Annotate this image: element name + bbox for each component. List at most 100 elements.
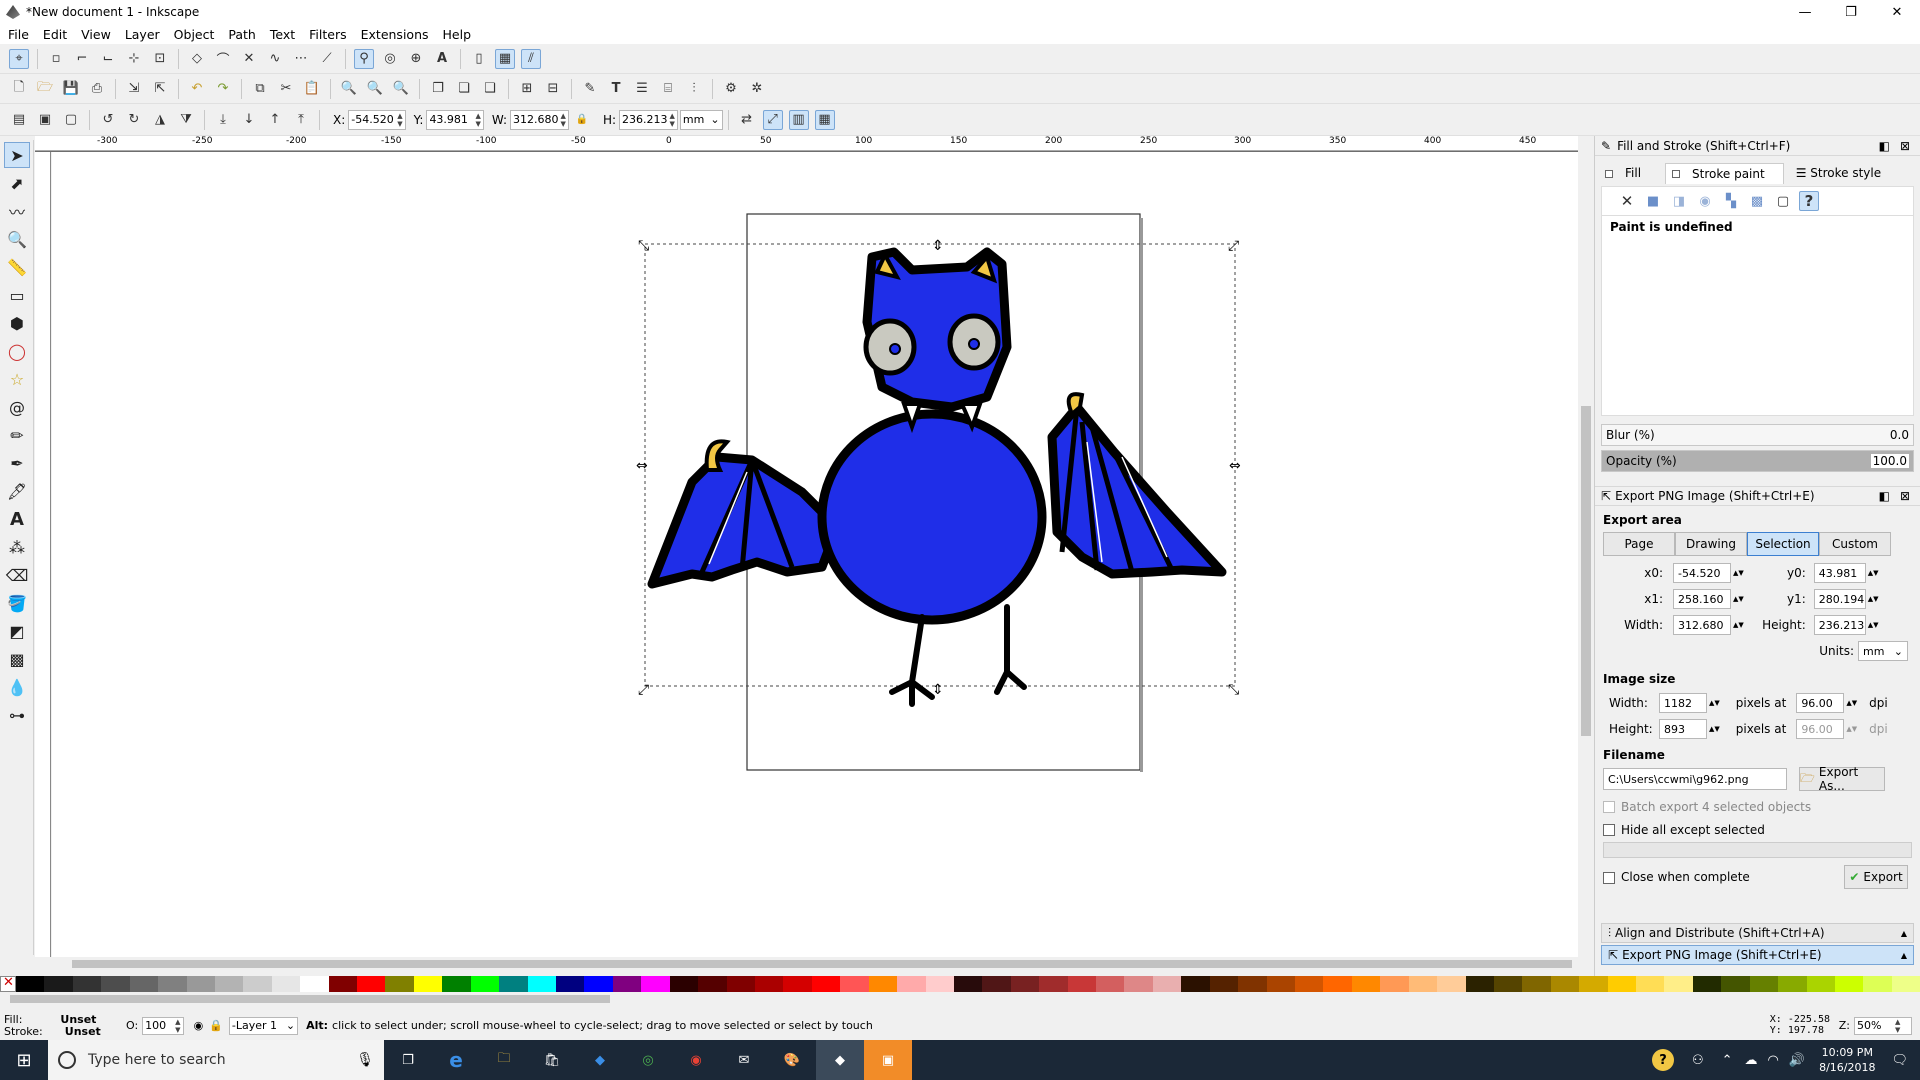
- dock-close-icon[interactable]: ⊠: [1900, 489, 1910, 503]
- dock-close-icon[interactable]: ⊠: [1900, 139, 1910, 153]
- h-input[interactable]: 236.213 ▲ ▼: [619, 109, 678, 130]
- layer-visibility-icon[interactable]: ◉: [194, 1019, 204, 1032]
- menu-object[interactable]: Object: [174, 27, 215, 42]
- zoom-tool-icon[interactable]: 🔍: [4, 226, 30, 252]
- img-height-input[interactable]: 893: [1659, 719, 1707, 739]
- tab-fill[interactable]: Fill: [1605, 166, 1653, 180]
- edge-icon[interactable]: e: [432, 1048, 480, 1072]
- zoom-selection-icon[interactable]: 🔍: [339, 79, 359, 99]
- spray-tool-icon[interactable]: ⁂: [4, 534, 30, 560]
- gradient-tool-icon[interactable]: ◩: [4, 618, 30, 644]
- text-tool-icon[interactable]: A: [4, 506, 30, 532]
- store-icon[interactable]: 🛍: [528, 1053, 576, 1068]
- connector-tool-icon[interactable]: ⊶: [4, 702, 30, 728]
- chrome-icon[interactable]: ◉: [672, 1053, 720, 1068]
- rectangle-tool-icon[interactable]: ▭: [4, 282, 30, 308]
- batch-export-checkbox[interactable]: Batch export 4 selected objects: [1621, 800, 1811, 814]
- dropper-tool-icon[interactable]: 💧: [4, 674, 30, 700]
- mesh-tool-icon[interactable]: ▩: [4, 646, 30, 672]
- pencil-tool-icon[interactable]: ✏: [4, 422, 30, 448]
- align-distribute-icon[interactable]: ⫶: [684, 79, 704, 99]
- export-button[interactable]: ✔ Export: [1844, 865, 1908, 889]
- menu-path[interactable]: Path: [228, 27, 255, 42]
- w-input[interactable]: 312.680 ▲ ▼: [510, 109, 569, 130]
- export-custom-button[interactable]: Custom: [1819, 532, 1891, 556]
- dropbox-icon[interactable]: ◆: [576, 1053, 624, 1068]
- layer-lock-icon[interactable]: 🔒: [209, 1019, 223, 1032]
- export-page-button[interactable]: Page: [1603, 532, 1675, 556]
- snap-others-icon[interactable]: ⚲: [354, 48, 374, 69]
- ungroup-icon[interactable]: ⊟: [543, 79, 563, 99]
- blur-slider[interactable]: Blur (%) 0.0: [1601, 424, 1914, 446]
- rotate-cw-icon[interactable]: ↻: [124, 110, 144, 130]
- x0-input[interactable]: -54.520: [1673, 563, 1731, 583]
- menu-help[interactable]: Help: [443, 27, 472, 42]
- deselect-icon[interactable]: ▢: [61, 110, 81, 130]
- dock-float-icon[interactable]: ◧: [1879, 489, 1890, 503]
- snap-text-baseline-icon[interactable]: A: [432, 49, 452, 69]
- xml-editor-icon[interactable]: ⌸: [658, 79, 678, 99]
- taskbar-search[interactable]: Type here to search 🎙: [48, 1040, 384, 1080]
- preferences-icon[interactable]: ✲: [747, 79, 767, 99]
- maximize-button[interactable]: ❐: [1828, 0, 1874, 24]
- lock-icon[interactable]: 🔒: [572, 110, 592, 130]
- palette-scrollbar[interactable]: [0, 992, 1920, 1006]
- fill-indicator[interactable]: Unset: [60, 1013, 96, 1026]
- mesh-gradient-icon[interactable]: ▚: [1721, 191, 1741, 211]
- export-icon[interactable]: ⇱: [150, 79, 170, 99]
- people-icon[interactable]: ⚇: [1692, 1053, 1704, 1068]
- flip-horizontal-icon[interactable]: ◮: [150, 110, 170, 130]
- raise-icon[interactable]: ↑: [265, 110, 285, 130]
- paste-icon[interactable]: 📋: [302, 79, 322, 99]
- unit-select[interactable]: mm ⌄: [679, 109, 723, 130]
- new-document-icon[interactable]: 🗋: [9, 79, 29, 99]
- snap-intersection-icon[interactable]: ✕: [239, 49, 259, 69]
- menu-file[interactable]: File: [8, 27, 29, 42]
- layers-icon[interactable]: ☰: [632, 79, 652, 99]
- units-select[interactable]: mm ⌄: [1858, 641, 1908, 661]
- radial-gradient-icon[interactable]: ◉: [1695, 191, 1715, 211]
- color-palette[interactable]: ✕: [0, 975, 1920, 992]
- menu-layer[interactable]: Layer: [125, 27, 160, 42]
- snap-midpoint-icon[interactable]: ⋯: [291, 49, 311, 69]
- snap-bbox-icon[interactable]: ▫: [46, 49, 66, 69]
- windows-start-icon[interactable]: ⊞: [0, 1040, 48, 1080]
- close-when-complete-checkbox[interactable]: Close when complete: [1621, 870, 1750, 884]
- rotate-ccw-icon[interactable]: ↺: [98, 110, 118, 130]
- dock-float-icon[interactable]: ◧: [1879, 139, 1890, 153]
- snap-guide-icon[interactable]: ⫽: [521, 48, 541, 69]
- snap-line-icon[interactable]: ⟋: [317, 49, 337, 69]
- ellipse-tool-icon[interactable]: ◯: [4, 338, 30, 364]
- fill-stroke-icon[interactable]: ✎: [580, 79, 600, 99]
- import-icon[interactable]: ⇲: [124, 79, 144, 99]
- save-icon[interactable]: 💾: [61, 79, 81, 99]
- document-properties-icon[interactable]: ⚙: [721, 79, 741, 99]
- clock-date[interactable]: 8/16/2018: [1819, 1060, 1875, 1075]
- snap-smooth-icon[interactable]: ∿: [265, 49, 285, 69]
- paint-app-icon[interactable]: 🎨: [768, 1053, 816, 1068]
- onedrive-icon[interactable]: ☁: [1745, 1053, 1758, 1068]
- task-view-icon[interactable]: ❐: [384, 1053, 432, 1068]
- open-app-icon[interactable]: ▣: [864, 1040, 912, 1080]
- x1-input[interactable]: 258.160: [1673, 589, 1731, 609]
- y1-input[interactable]: 280.194: [1813, 589, 1866, 609]
- export-selection-button[interactable]: Selection: [1747, 532, 1819, 556]
- group-icon[interactable]: ⊞: [517, 79, 537, 99]
- snap-toggle-icon[interactable]: ⌖: [9, 48, 29, 69]
- move-patterns-icon[interactable]: ▦: [814, 109, 835, 130]
- zoom-drawing-icon[interactable]: 🔍: [365, 79, 385, 99]
- inkscape-taskbar-icon[interactable]: ◆: [816, 1040, 864, 1080]
- box-3d-tool-icon[interactable]: ⬢: [4, 310, 30, 336]
- spiral-tool-icon[interactable]: @: [4, 394, 30, 420]
- text-font-icon[interactable]: T: [606, 79, 626, 99]
- scale-radii-icon[interactable]: ⤢: [762, 109, 783, 130]
- microphone-icon[interactable]: 🎙: [356, 1052, 374, 1068]
- export-as-button[interactable]: 🗁 Export As...: [1799, 765, 1885, 793]
- duplicate-icon[interactable]: ❐: [428, 79, 448, 99]
- drawing-canvas[interactable]: ⤡ ⇕ ⤢ ⇔ ⇔ ⤢ ⇕ ⤡: [52, 152, 1578, 957]
- select-all-icon[interactable]: ▤: [9, 110, 29, 130]
- y0-input[interactable]: 43.981: [1813, 563, 1866, 583]
- export-drawing-button[interactable]: Drawing: [1675, 532, 1747, 556]
- snap-bbox-edge-icon[interactable]: ⌐: [72, 49, 92, 69]
- export-png-collapsed[interactable]: ⇱ Export PNG Image (Shift+Ctrl+E) ▲: [1601, 945, 1914, 965]
